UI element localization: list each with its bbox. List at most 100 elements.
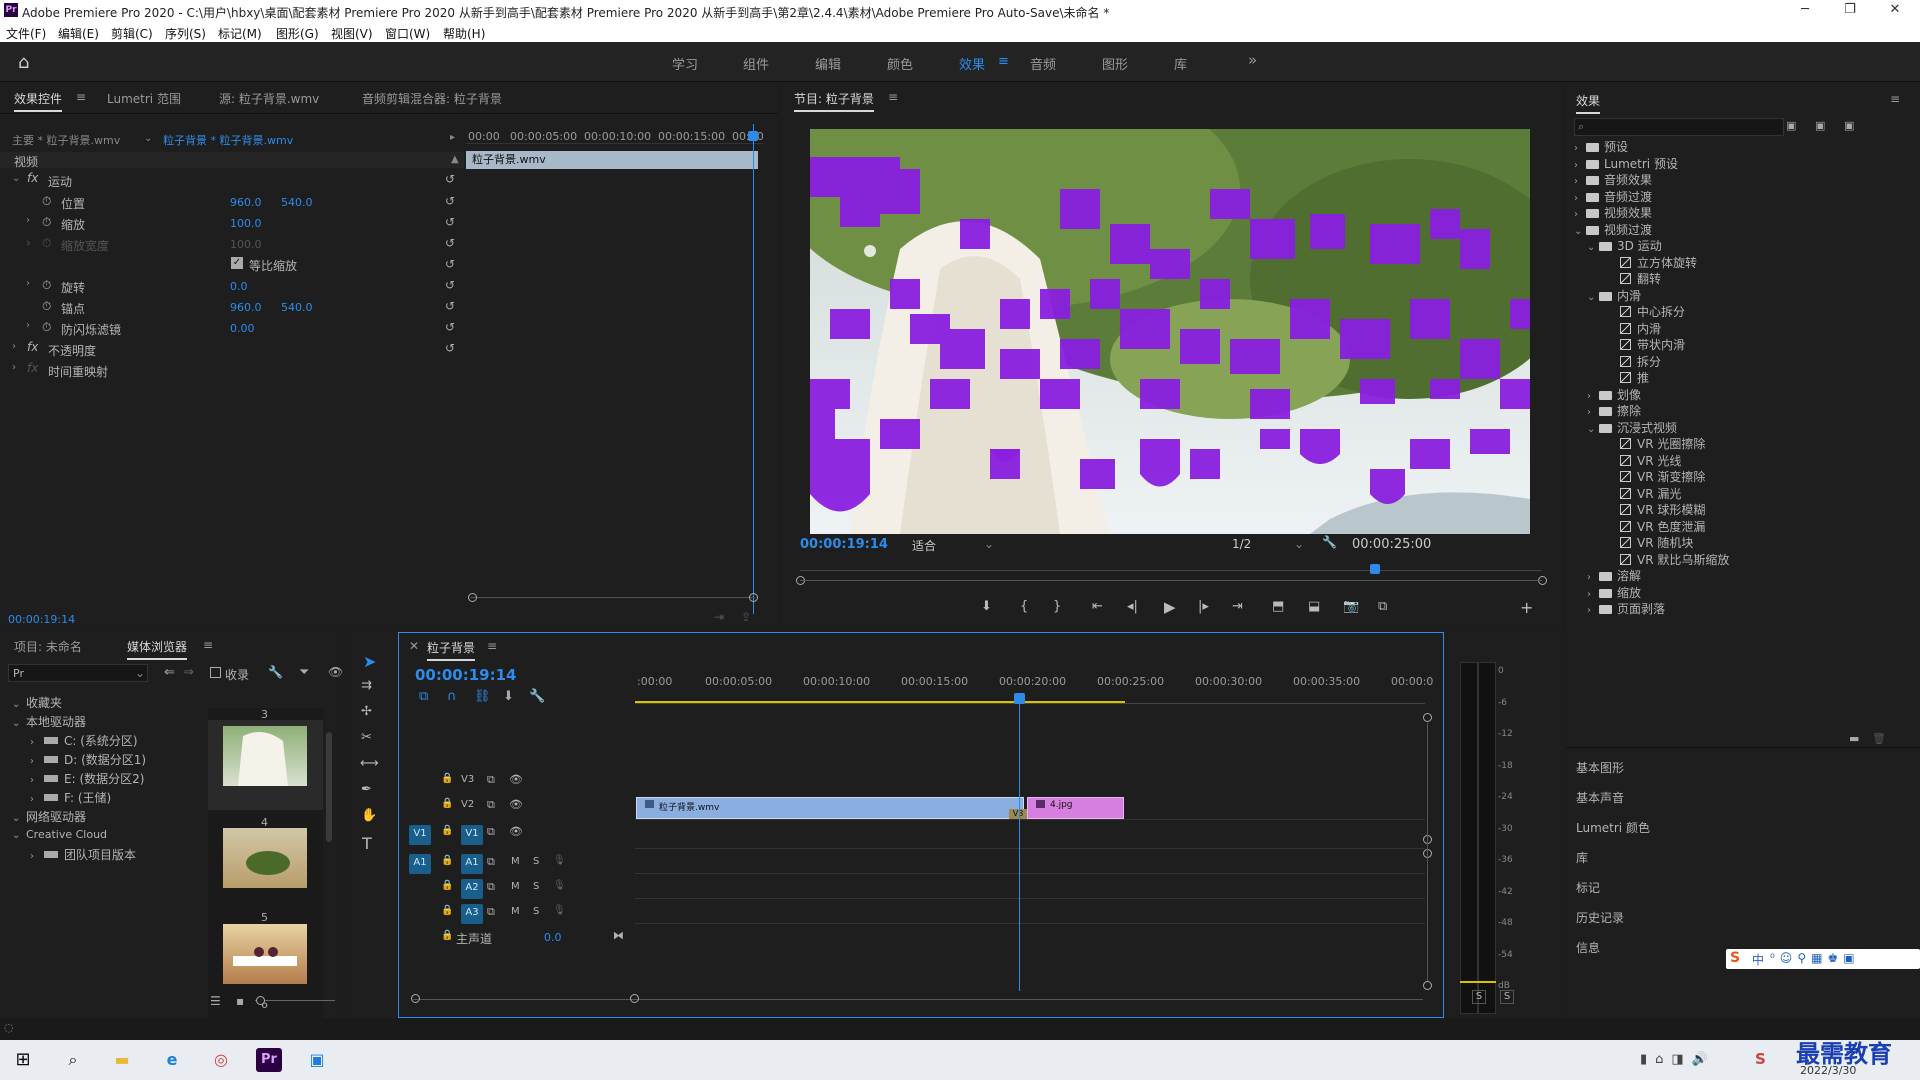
tab-menu-icon[interactable]: ≡ <box>76 90 86 104</box>
reset-icon[interactable]: ↺ <box>445 341 455 355</box>
sync-lock-icon[interactable]: ⧉ <box>487 905 495 919</box>
effect-item[interactable]: 立方体旋转 <box>1600 254 1697 271</box>
more-workspaces-icon[interactable]: » <box>1248 51 1257 69</box>
effect-item[interactable]: VR 光线 <box>1600 452 1681 469</box>
timeline-clip-image[interactable]: 4.jpg <box>1027 797 1124 819</box>
eye-icon[interactable]: 👁 <box>509 825 523 838</box>
expand-antiflicker-icon[interactable]: › <box>26 320 30 331</box>
eye-icon[interactable]: 👁 <box>509 773 523 786</box>
icon-view-icon[interactable]: ▪ <box>236 994 244 1008</box>
reset-icon[interactable]: ↺ <box>445 215 455 229</box>
nest-icon[interactable]: ⧉ <box>419 689 428 704</box>
filter-icon[interactable]: ⇥ <box>714 610 724 624</box>
effect-item[interactable]: 拆分 <box>1600 353 1661 370</box>
effects-bin[interactable]: ⌄ 视频过渡 <box>1574 221 1652 238</box>
location-select[interactable]: Pr ⌄ <box>8 664 148 682</box>
track-label-a2[interactable]: A2 <box>461 879 483 899</box>
source-patch-a1[interactable]: A1 <box>409 854 431 874</box>
lock-icon[interactable]: 🔒 <box>441 930 453 941</box>
reset-icon[interactable]: ↺ <box>445 278 455 292</box>
chevron-right-icon[interactable]: › <box>1574 160 1586 171</box>
menu-clip[interactable]: 剪辑(C) <box>111 25 153 42</box>
filter-icon[interactable]: ⏷ <box>299 665 309 680</box>
effect-item[interactable]: VR 随机块 <box>1566 532 1902 551</box>
chevron-right-icon[interactable]: › <box>1574 143 1586 154</box>
play-only-clip-icon[interactable]: ▸ <box>450 132 455 143</box>
ime-mode[interactable]: 中 <box>1752 951 1764 968</box>
workspace-color[interactable]: 颜色 <box>887 54 913 73</box>
effects-bin[interactable]: ⌄ 沉浸式视频 <box>1587 419 1677 436</box>
workspace-graphics[interactable]: 图形 <box>1102 54 1128 73</box>
chevron-right-icon[interactable]: › <box>1587 605 1599 616</box>
play-icon[interactable]: ▶ <box>1164 598 1176 616</box>
menu-view[interactable]: 视图(V) <box>331 25 373 42</box>
timeline-settings-wrench-icon[interactable]: 🔧 <box>529 689 545 704</box>
timeline-transition[interactable]: V3 <box>1009 809 1027 819</box>
tab-source[interactable]: 源: 粒子背景.wmv <box>219 90 319 107</box>
stopwatch-icon[interactable]: ⏱ <box>42 278 51 293</box>
add-marker-icon[interactable]: ⬇ <box>503 689 514 704</box>
maximize-button[interactable]: ❐ <box>1830 2 1870 20</box>
timeline-ruler[interactable]: :00:00 00:00:05:00 00:00:10:00 00:00:15:… <box>635 673 1433 697</box>
media-browser-node[interactable]: ⌄ 收藏夹 <box>12 694 62 711</box>
chevron-down-icon[interactable]: ⌄ <box>1587 292 1599 303</box>
effect-item[interactable]: 内滑 <box>1600 320 1661 337</box>
effects-bin[interactable]: ⌄ 3D 运动 <box>1587 237 1662 254</box>
media-browser-node[interactable]: ⌄ Creative Cloud <box>12 827 107 841</box>
chevron-down-icon[interactable]: ⌄ <box>12 718 26 729</box>
effect-item[interactable]: 推 <box>1600 369 1649 386</box>
chevron-down-icon[interactable]: ⌄ <box>144 133 152 144</box>
chevron-right-icon[interactable]: › <box>30 756 44 767</box>
extract-icon[interactable]: ⬓ <box>1308 599 1320 614</box>
scrollbar[interactable] <box>326 732 332 842</box>
linked-selection-icon[interactable]: ⛓ <box>474 689 491 704</box>
razor-tool-icon[interactable]: ✂ <box>361 730 372 745</box>
lock-icon[interactable]: 🔒 <box>441 825 453 836</box>
hand-tool-icon[interactable]: ✋ <box>361 808 377 823</box>
timeline-close-icon[interactable]: ✕ <box>409 639 419 653</box>
stopwatch-icon[interactable]: ⏱ <box>42 194 51 209</box>
workspace-audio[interactable]: 音频 <box>1030 54 1056 73</box>
master-expand-icon[interactable]: ⧓ <box>613 929 624 942</box>
export-icon[interactable]: ⇪ <box>741 610 751 624</box>
ime-tools-icons[interactable]: ⁰☺⚲▦♚▣ <box>1770 951 1860 965</box>
timeline-vertical-scrollbar[interactable] <box>1427 723 1428 981</box>
stopwatch-icon[interactable]: ⏱ <box>42 215 51 230</box>
chevron-right-icon[interactable]: › <box>1587 407 1599 418</box>
expand-motion-icon[interactable]: ⌄ <box>12 173 20 184</box>
effects-bin[interactable]: › 页面剥落 <box>1587 600 1665 617</box>
menu-sequence[interactable]: 序列(S) <box>165 25 206 42</box>
anti-flicker-value[interactable]: 0.00 <box>230 322 255 335</box>
effect-item[interactable]: 翻转 <box>1600 270 1661 287</box>
mic-icon[interactable]: 🎙 <box>553 905 566 916</box>
chevron-down-icon[interactable]: ⌄ <box>12 830 26 841</box>
effects-panel-title[interactable]: 效果 <box>1576 92 1601 114</box>
tab-lumetri-scopes[interactable]: Lumetri 范围 <box>107 90 181 107</box>
search-icon[interactable]: ⌕ <box>60 1048 86 1072</box>
program-playhead[interactable] <box>1370 564 1380 574</box>
tab-effect-controls[interactable]: 效果控件 <box>14 90 63 112</box>
reset-icon[interactable]: ↺ <box>445 172 455 186</box>
ec-ruler[interactable]: 00:00 00:00:05:00 00:00:10:00 00:00:15:0… <box>466 124 764 144</box>
expand-scale-icon[interactable]: › <box>26 215 30 226</box>
solo-right-button[interactable]: S <box>1500 990 1514 1004</box>
list-view-icon[interactable]: ☰ <box>210 994 221 1008</box>
chevron-right-icon[interactable]: › <box>1587 589 1599 600</box>
source-patch-v1[interactable]: V1 <box>409 825 431 845</box>
timeline-horizontal-scrollbar[interactable] <box>413 999 1423 1000</box>
tab-media-browser[interactable]: 媒体浏览器 <box>127 638 188 660</box>
edge-browser-icon[interactable]: e <box>159 1048 185 1072</box>
mark-in-icon[interactable]: { <box>1020 599 1028 614</box>
export-frame-icon[interactable]: 📷 <box>1343 599 1359 614</box>
effects-bin[interactable]: ⌄ 内滑 <box>1587 287 1641 304</box>
selection-tool-icon[interactable]: ➤ <box>363 652 376 671</box>
reset-icon[interactable]: ↺ <box>445 320 455 334</box>
media-browser-node[interactable]: › C: (系统分区) <box>30 732 138 749</box>
effect-item[interactable]: VR 光圈擦除 <box>1600 435 1705 452</box>
ec-clip-bar[interactable]: 粒子背景.wmv <box>466 151 758 169</box>
premiere-taskbar-icon[interactable]: Pr <box>256 1048 282 1072</box>
expand-opacity-icon[interactable]: › <box>12 341 16 352</box>
menu-marker[interactable]: 标记(M) <box>218 25 262 42</box>
ec-playhead[interactable] <box>753 124 754 614</box>
fx-icon[interactable]: fx <box>27 171 38 185</box>
